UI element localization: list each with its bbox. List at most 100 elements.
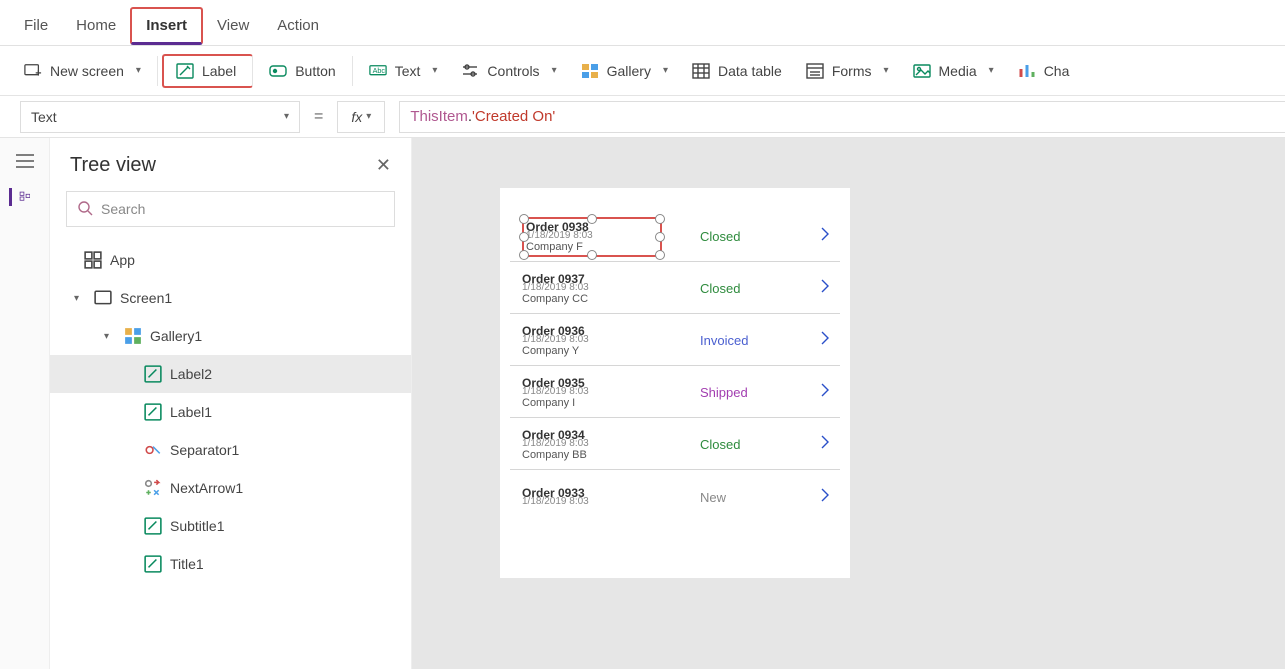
- fx-button[interactable]: fx ▾: [337, 101, 385, 133]
- tree-node-title1[interactable]: Title1: [50, 545, 411, 583]
- chevron-down-icon: ▾: [432, 65, 437, 76]
- expand-icon[interactable]: ▾: [74, 293, 86, 304]
- tree-node-gallery1[interactable]: ▾ Gallery1: [50, 317, 411, 355]
- tree-node-label: Subtitle1: [170, 518, 224, 534]
- gallery-item[interactable]: Order 09351/18/2019 8:03Company IShipped: [510, 366, 840, 418]
- gallery-item-date: 1/18/2019 8:03: [522, 387, 662, 397]
- tree-title: Tree view: [70, 154, 156, 177]
- resize-handle[interactable]: [587, 214, 597, 224]
- gallery-item-text: Order 09361/18/2019 8:03Company Y: [522, 325, 662, 357]
- chevron-down-icon: ▾: [284, 111, 289, 122]
- app-icon: [84, 252, 102, 268]
- gallery-item-company: Company BB: [522, 449, 662, 461]
- tree-view-icon[interactable]: [9, 188, 31, 206]
- label-icon: [144, 404, 162, 420]
- gallery-icon: [124, 328, 142, 344]
- chevron-right-icon[interactable]: [818, 486, 832, 509]
- left-rail: [0, 138, 50, 669]
- app-preview[interactable]: Order 09381/18/2019 8:03Company FClosedO…: [500, 188, 850, 578]
- tree-node-separator1[interactable]: Separator1: [50, 431, 411, 469]
- tree-search[interactable]: Search: [66, 191, 395, 227]
- chevron-right-icon[interactable]: [818, 381, 832, 404]
- property-selector[interactable]: Text ▾: [20, 101, 300, 133]
- menu-action[interactable]: Action: [263, 9, 333, 42]
- canvas[interactable]: Order 09381/18/2019 8:03Company FClosedO…: [412, 138, 1285, 669]
- resize-handle[interactable]: [519, 232, 529, 242]
- tree-node-label: Screen1: [120, 290, 172, 306]
- fx-label: fx: [351, 109, 362, 125]
- gallery-item[interactable]: Order 09331/18/2019 8:03New: [510, 470, 840, 522]
- close-icon[interactable]: ✕: [376, 155, 391, 176]
- formula-input[interactable]: ThisItem.'Created On': [399, 101, 1285, 133]
- menu-bar: File Home Insert View Action: [0, 0, 1285, 46]
- gallery-item-company: Company Y: [522, 345, 662, 357]
- controls-icon: [461, 63, 479, 79]
- gallery-item[interactable]: Order 09361/18/2019 8:03Company YInvoice…: [510, 314, 840, 366]
- menu-insert[interactable]: Insert: [130, 7, 203, 45]
- new-screen-icon: [24, 63, 42, 79]
- formula-token-thisitem: ThisItem: [410, 108, 468, 125]
- gallery-item-text: Order 09341/18/2019 8:03Company BB: [522, 429, 662, 461]
- resize-handle[interactable]: [519, 214, 529, 224]
- gallery-item-company: Company CC: [522, 293, 662, 305]
- gallery-item-text: Order 09381/18/2019 8:03Company F: [522, 217, 662, 257]
- tree-header: Tree view ✕: [50, 138, 411, 187]
- text-dropdown[interactable]: Abc Text ▾: [357, 56, 450, 86]
- forms-dropdown[interactable]: Forms ▾: [794, 56, 901, 86]
- label-button[interactable]: Label: [162, 54, 253, 88]
- resize-handle[interactable]: [519, 250, 529, 260]
- property-name: Text: [31, 109, 57, 125]
- chevron-right-icon[interactable]: [818, 329, 832, 352]
- gallery-item-status: Closed: [700, 229, 780, 244]
- gallery-item-status: Shipped: [700, 385, 780, 400]
- menu-file[interactable]: File: [10, 9, 62, 42]
- charts-label: Cha: [1044, 63, 1070, 79]
- chevron-right-icon[interactable]: [818, 433, 832, 456]
- formula-bar: Text ▾ = fx ▾ ThisItem.'Created On': [0, 96, 1285, 138]
- tree-node-label: Gallery1: [150, 328, 202, 344]
- forms-label: Forms: [832, 63, 872, 79]
- resize-handle[interactable]: [655, 232, 665, 242]
- selected-label-control[interactable]: Order 09381/18/2019 8:03Company F: [522, 217, 662, 257]
- new-screen-label: New screen: [50, 63, 124, 79]
- media-icon: [913, 63, 931, 79]
- chevron-right-icon[interactable]: [818, 277, 832, 300]
- hamburger-icon[interactable]: [14, 152, 36, 170]
- menu-home[interactable]: Home: [62, 9, 130, 42]
- tree-node-label: App: [110, 252, 135, 268]
- expand-icon[interactable]: ▾: [104, 331, 116, 342]
- gallery-item-date: 1/18/2019 8:03: [522, 497, 662, 507]
- button-button[interactable]: Button: [257, 56, 352, 86]
- tree-node-screen1[interactable]: ▾ Screen1: [50, 279, 411, 317]
- tree-node-label2[interactable]: Label2: [50, 355, 411, 393]
- gallery-item[interactable]: Order 09381/18/2019 8:03Company F Closed: [510, 210, 840, 262]
- tree-node-nextarrow1[interactable]: NextArrow1: [50, 469, 411, 507]
- new-screen-button[interactable]: New screen ▾: [12, 56, 158, 86]
- tree-node-subtitle1[interactable]: Subtitle1: [50, 507, 411, 545]
- media-dropdown[interactable]: Media ▾: [901, 56, 1006, 86]
- data-table-icon: [692, 63, 710, 79]
- chevron-right-icon[interactable]: [818, 225, 832, 248]
- resize-handle[interactable]: [587, 250, 597, 260]
- gallery-item[interactable]: Order 09341/18/2019 8:03Company BB Closed: [510, 418, 840, 470]
- text-icon: Abc: [369, 63, 387, 79]
- data-table-button[interactable]: Data table: [680, 56, 794, 86]
- gallery-item-company: Company I: [522, 397, 662, 409]
- gallery-item-status: Closed: [700, 437, 780, 452]
- resize-handle[interactable]: [655, 214, 665, 224]
- gallery-label: Gallery: [607, 63, 651, 79]
- gallery-item[interactable]: Order 09371/18/2019 8:03Company CCClosed: [510, 262, 840, 314]
- controls-dropdown[interactable]: Controls ▾: [449, 56, 568, 86]
- tree-node-app[interactable]: App: [50, 241, 411, 279]
- charts-dropdown[interactable]: Cha: [1006, 56, 1082, 86]
- separator-icon: [144, 442, 162, 458]
- menu-view[interactable]: View: [203, 9, 263, 42]
- label-icon: [144, 556, 162, 572]
- chevron-down-icon: ▾: [366, 111, 371, 122]
- ribbon-toolbar: New screen ▾ Label Button Abc Text ▾ Con…: [0, 46, 1285, 96]
- gallery-dropdown[interactable]: Gallery ▾: [569, 56, 680, 86]
- main-area: Tree view ✕ Search App ▾ Screen1 ▾: [0, 138, 1285, 669]
- tree-node-label1[interactable]: Label1: [50, 393, 411, 431]
- resize-handle[interactable]: [655, 250, 665, 260]
- gallery-item-status: New: [700, 490, 780, 505]
